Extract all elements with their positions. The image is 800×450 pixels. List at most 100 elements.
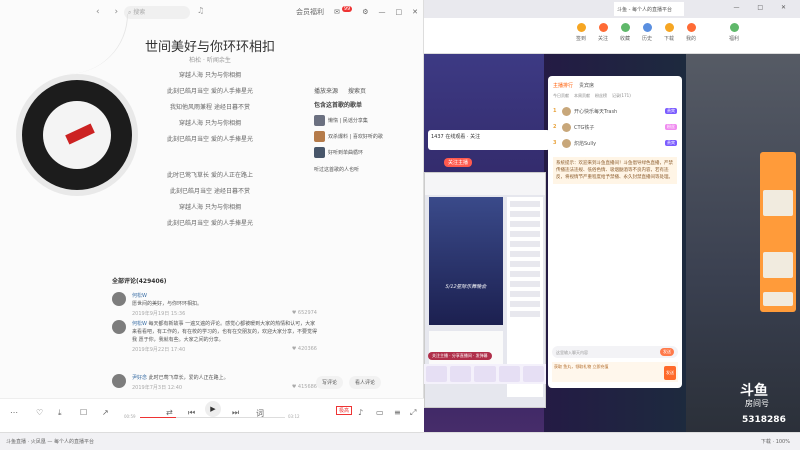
tab-vip[interactable]: 贵宾席 — [579, 82, 594, 89]
close-icon[interactable]: ✕ — [412, 8, 418, 16]
comment-author[interactable]: 尹好念 — [132, 375, 147, 381]
heart-icon[interactable]: ♡ — [36, 408, 43, 417]
window-controls[interactable]: — □ ✕ — [733, 4, 794, 11]
avatar[interactable] — [112, 292, 126, 306]
toolbar-item[interactable]: 收藏 — [614, 23, 636, 42]
share-icon[interactable]: ↗ — [102, 408, 109, 417]
vip-link[interactable]: 会员福利 — [296, 7, 324, 17]
subtab-week[interactable]: 本周贡献 — [574, 93, 590, 99]
time-current: 00:59 — [124, 414, 136, 419]
ad-slot[interactable] — [763, 190, 793, 216]
like-count: 420366 — [297, 346, 317, 352]
tab-ranking[interactable]: 主播排行 — [553, 82, 573, 89]
also-listened-link[interactable]: 听过这首歌的人也听 — [314, 166, 418, 173]
status-right: 下载 · 100% — [760, 439, 790, 445]
send-button[interactable]: 发送 — [660, 348, 674, 356]
toolbar-item[interactable]: 历史 — [636, 23, 658, 42]
stream-info-card[interactable]: 1437 在线观看 · 关注 — [428, 130, 550, 150]
rank-row[interactable]: 2 CTG铁子 粉丝 — [548, 119, 682, 135]
search-input[interactable]: ⌕ 搜索 — [124, 6, 190, 19]
playlist-thumb — [314, 114, 325, 126]
settings-icon[interactable]: ⚙ — [362, 8, 368, 16]
quality-badge[interactable]: 极高 — [336, 406, 353, 415]
level-badge: 贵宾 — [665, 108, 677, 114]
playlist-item[interactable]: 好听到单曲循环 — [314, 144, 418, 160]
maximize-icon[interactable]: □ — [396, 8, 403, 16]
browser-tab[interactable]: 斗鱼 - 每个人的直播平台 — [614, 2, 684, 16]
like-icon[interactable]: ♥ — [292, 310, 296, 316]
comment-time: 2019年9月22日 17:40 — [132, 347, 186, 353]
toolbar-item[interactable]: 关注 — [592, 23, 614, 42]
site-logo: 斗鱼 — [740, 383, 768, 399]
lyric-line: 此刻已皓月当空 途经日暮不赏 — [170, 188, 250, 195]
inner-video-text: 5/12星际乐舞晚会 — [444, 284, 488, 290]
avatar[interactable] — [112, 374, 126, 388]
inner-video — [429, 197, 503, 325]
comment-text: 愿世间的美好，与你环环相扣。 — [132, 301, 203, 307]
rank-row[interactable]: 3 炽焰Sully 贵宾 — [548, 135, 682, 151]
gift-item[interactable] — [474, 366, 496, 382]
expand-icon[interactable]: ⤢ — [410, 408, 416, 418]
subtab-fans[interactable]: 粉丝榜 — [595, 93, 607, 99]
volume-icon[interactable]: ♪ — [358, 408, 363, 417]
ad-slot[interactable] — [763, 292, 793, 306]
toolbar-item[interactable]: 下载 — [658, 23, 680, 42]
site-toolbar: 签到 关注 收藏 历史 下载 我的 福利 — [424, 18, 800, 54]
lyrics-panel: 穿越人海 只为与你相拥 此刻已皓月当空 爱的人手捧星光 我知他风雨兼程 途经日暮… — [140, 68, 280, 232]
lyric-line: 穿越人海 只为与你相拥 — [179, 72, 241, 79]
source-link[interactable]: 播放来源 — [314, 86, 338, 95]
subtab-today[interactable]: 今日贡献 — [553, 93, 569, 99]
mic-icon[interactable]: ♫ — [197, 6, 204, 15]
gift-item[interactable] — [498, 366, 520, 382]
queue-icon[interactable]: ≡ — [394, 408, 401, 417]
side-ad[interactable] — [760, 152, 796, 312]
comment-time: 2019年9月19日 15:36 — [132, 311, 186, 317]
gift-item[interactable] — [450, 366, 472, 382]
lyric-line: 此刻已皓月当空 爱的人手捧星光 — [167, 136, 253, 143]
like-icon[interactable]: ♥ — [292, 346, 296, 352]
ad-slot[interactable] — [763, 252, 793, 278]
write-comment-button[interactable]: 写评论 — [316, 376, 344, 389]
tonearm — [38, 14, 128, 74]
download-icon[interactable]: ⤓ — [58, 408, 62, 418]
comment-item: 何松W 每天都有新故事 一遍又遍的评论。感觉心都被暖到大家的热情和认可，大家来看… — [112, 320, 317, 353]
search-page-link[interactable]: 搜索页 — [348, 86, 366, 95]
playlist-item[interactable]: 懒惰 | 民谣分享集 — [314, 112, 418, 128]
like-icon[interactable]: ♥ — [292, 384, 296, 390]
toolbar-item[interactable]: 我的 — [680, 23, 702, 42]
comments-header: 全部评论(429406) — [112, 278, 167, 285]
playlist-mode-icon[interactable]: ⋯ — [10, 408, 18, 417]
rank-number: 3 — [553, 140, 557, 146]
minimize-icon[interactable]: — — [379, 8, 386, 16]
notification-badge: 99 — [341, 6, 353, 12]
gift-item[interactable] — [426, 366, 448, 382]
download-icon — [664, 23, 674, 32]
toolbar-item[interactable]: 福利 — [714, 23, 754, 42]
notice-pill: 关注主播 · 分享直播间 · 发弹幕 — [428, 352, 492, 360]
level-badge: 贵宾 — [665, 140, 677, 146]
follow-button[interactable]: 关注主播 — [444, 158, 473, 167]
mail-icon[interactable]: ✉ — [334, 8, 340, 16]
toolbar-item[interactable]: 签到 — [570, 23, 592, 42]
lyric-line: 我知他风雨兼程 途经日暮不赏 — [170, 104, 250, 111]
mv-icon[interactable]: ▭ — [376, 408, 384, 417]
play-button[interactable]: ▶ — [205, 401, 221, 417]
avatar[interactable] — [112, 320, 126, 334]
gift-item[interactable] — [522, 366, 545, 382]
comment-icon[interactable]: ☐ — [80, 408, 87, 417]
rank-name: 炽焰Sully — [574, 140, 597, 147]
rank-row[interactable]: 1 开心快乐每天Trash 贵宾 — [548, 103, 682, 119]
comment-author[interactable]: 何松W — [132, 293, 147, 299]
lyric-line — [140, 148, 280, 168]
favorite-icon — [620, 23, 630, 32]
related-sidebar: 播放来源 搜索页 包含这首歌的歌单 懒惰 | 民谣分享集 双杀爆料 | 喜欢好听… — [314, 86, 418, 173]
shuffle-icon[interactable]: ⇄ — [166, 408, 173, 417]
view-comments-button[interactable]: 看人评论 — [349, 376, 382, 389]
comment-author[interactable]: 何松W — [132, 321, 147, 327]
subtab-records[interactable]: 记录(171) — [612, 93, 631, 99]
playlist-item[interactable]: 双杀爆料 | 喜欢好听的歌 — [314, 128, 418, 144]
recharge-bar[interactable]: 获取 鱼丸，领取礼物 立即充值 — [552, 362, 678, 382]
comment-text: 此时已莺飞草长，爱的人正在路上。 — [148, 375, 229, 381]
send-gift-button[interactable]: 发送 — [664, 366, 676, 380]
progress-bar[interactable] — [140, 417, 285, 418]
